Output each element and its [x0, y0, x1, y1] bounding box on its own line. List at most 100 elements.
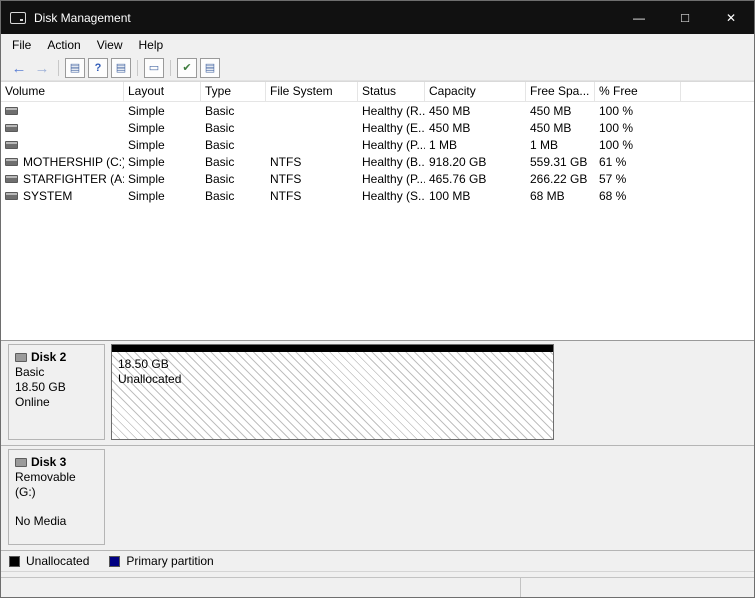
file-system-cell: NTFS — [266, 172, 358, 186]
volume-text: 18.50 GB Unallocated — [112, 352, 553, 392]
volume-list: Volume Layout Type File System Status Ca… — [1, 81, 754, 341]
volume-icon — [5, 107, 18, 115]
forward-button[interactable]: → — [32, 58, 52, 78]
menu-bar: File Action View Help — [1, 34, 754, 56]
disk-name: Disk 2 — [31, 350, 66, 364]
capacity-cell: 100 MB — [425, 189, 526, 203]
title-bar: Disk Management — □ ✕ — [1, 1, 754, 34]
status-cell: Healthy (E... — [358, 121, 425, 135]
layout-cell: Simple — [124, 104, 201, 118]
layout-cell: Simple — [124, 121, 201, 135]
show-console-tree-icon[interactable]: ▤ — [65, 58, 85, 78]
pct-free-cell: 68 % — [595, 189, 681, 203]
disk-name-line: Disk 3 — [15, 455, 98, 470]
free-space-cell: 1 MB — [526, 138, 595, 152]
pct-free-cell: 61 % — [595, 155, 681, 169]
volume-cell — [1, 138, 124, 152]
column-header-status[interactable]: Status — [358, 82, 425, 101]
commit-check-icon[interactable]: ✔ — [177, 58, 197, 78]
column-header-type[interactable]: Type — [201, 82, 266, 101]
pct-free-cell: 57 % — [595, 172, 681, 186]
disk-2-row: Disk 2 Basic 18.50 GB Online 18.50 GB Un… — [1, 341, 754, 446]
toolbar: ← → ▤ ? ▤ ▭ ✔ ▤ — [1, 56, 754, 81]
toolbar-separator — [170, 60, 171, 76]
capacity-cell: 450 MB — [425, 121, 526, 135]
volume-cell: SYSTEM — [1, 189, 124, 203]
disk-2-panel[interactable]: Disk 2 Basic 18.50 GB Online — [8, 344, 105, 440]
pct-free-cell: 100 % — [595, 138, 681, 152]
type-cell: Basic — [201, 155, 266, 169]
pct-free-cell: 100 % — [595, 121, 681, 135]
capacity-cell: 465.76 GB — [425, 172, 526, 186]
menu-view[interactable]: View — [89, 36, 131, 54]
free-space-cell: 266.22 GB — [526, 172, 595, 186]
minimize-button[interactable]: — — [616, 1, 662, 34]
volume-name: MOTHERSHIP (C:) — [23, 155, 124, 169]
status-cell: Healthy (R... — [358, 104, 425, 118]
volume-icon — [5, 158, 18, 166]
capacity-cell: 1 MB — [425, 138, 526, 152]
help-icon[interactable]: ? — [88, 58, 108, 78]
table-row[interactable]: STARFIGHTER (A:) Simple Basic NTFS Healt… — [1, 170, 754, 187]
menu-file[interactable]: File — [4, 36, 39, 54]
volume-icon — [5, 192, 18, 200]
pct-free-cell: 100 % — [595, 104, 681, 118]
popup-window-icon[interactable]: ▭ — [144, 58, 164, 78]
type-cell: Basic — [201, 104, 266, 118]
column-header-pct-free[interactable]: % Free — [595, 82, 681, 101]
menu-help[interactable]: Help — [131, 36, 172, 54]
list-header: Volume Layout Type File System Status Ca… — [1, 82, 754, 102]
layout-cell: Simple — [124, 155, 201, 169]
table-row[interactable]: Simple Basic Healthy (R... 450 MB 450 MB… — [1, 102, 754, 119]
disk-status: Online — [15, 395, 98, 410]
status-cell: Healthy (P... — [358, 172, 425, 186]
type-cell: Basic — [201, 172, 266, 186]
list-view-icon[interactable]: ▤ — [200, 58, 220, 78]
free-space-cell: 559.31 GB — [526, 155, 595, 169]
disk-3-panel[interactable]: Disk 3 Removable (G:) No Media — [8, 449, 105, 545]
layout-cell: Simple — [124, 172, 201, 186]
column-header-capacity[interactable]: Capacity — [425, 82, 526, 101]
type-cell: Basic — [201, 121, 266, 135]
close-button[interactable]: ✕ — [708, 1, 754, 34]
type-cell: Basic — [201, 138, 266, 152]
volume-cell: MOTHERSHIP (C:) — [1, 155, 124, 169]
table-row[interactable]: Simple Basic Healthy (P... 1 MB 1 MB 100… — [1, 136, 754, 153]
column-header-free-space[interactable]: Free Spa... — [526, 82, 595, 101]
status-cell: Healthy (S... — [358, 189, 425, 203]
disk-name-line: Disk 2 — [15, 350, 98, 365]
status-bar — [1, 577, 754, 597]
unallocated-volume[interactable]: 18.50 GB Unallocated — [111, 344, 554, 440]
free-space-cell: 450 MB — [526, 121, 595, 135]
layout-cell: Simple — [124, 189, 201, 203]
show-action-pane-icon[interactable]: ▤ — [111, 58, 131, 78]
column-header-file-system[interactable]: File System — [266, 82, 358, 101]
app-icon — [10, 12, 26, 24]
volume-icon — [5, 175, 18, 183]
disk-name: Disk 3 — [31, 455, 66, 469]
legend-label: Unallocated — [26, 554, 89, 568]
column-header-volume[interactable]: Volume — [1, 82, 124, 101]
menu-action[interactable]: Action — [39, 36, 88, 54]
free-space-cell: 68 MB — [526, 189, 595, 203]
disk-icon — [15, 353, 27, 362]
volume-icon — [5, 141, 18, 149]
column-header-layout[interactable]: Layout — [124, 82, 201, 101]
volume-cell — [1, 104, 124, 118]
table-row[interactable]: SYSTEM Simple Basic NTFS Healthy (S... 1… — [1, 187, 754, 204]
volume-label: Unallocated — [118, 372, 547, 387]
table-row[interactable]: MOTHERSHIP (C:) Simple Basic NTFS Health… — [1, 153, 754, 170]
volume-name: SYSTEM — [23, 189, 72, 203]
free-space-cell: 450 MB — [526, 104, 595, 118]
capacity-cell: 450 MB — [425, 104, 526, 118]
layout-cell: Simple — [124, 138, 201, 152]
table-row[interactable]: Simple Basic Healthy (E... 450 MB 450 MB… — [1, 119, 754, 136]
maximize-button[interactable]: □ — [662, 1, 708, 34]
status-pane-right — [521, 578, 754, 597]
status-cell: Healthy (P... — [358, 138, 425, 152]
volume-size: 18.50 GB — [118, 357, 547, 372]
type-cell: Basic — [201, 189, 266, 203]
back-button[interactable]: ← — [9, 58, 29, 78]
disk-3-volumes — [111, 449, 747, 545]
disk-size: 18.50 GB — [15, 380, 98, 395]
